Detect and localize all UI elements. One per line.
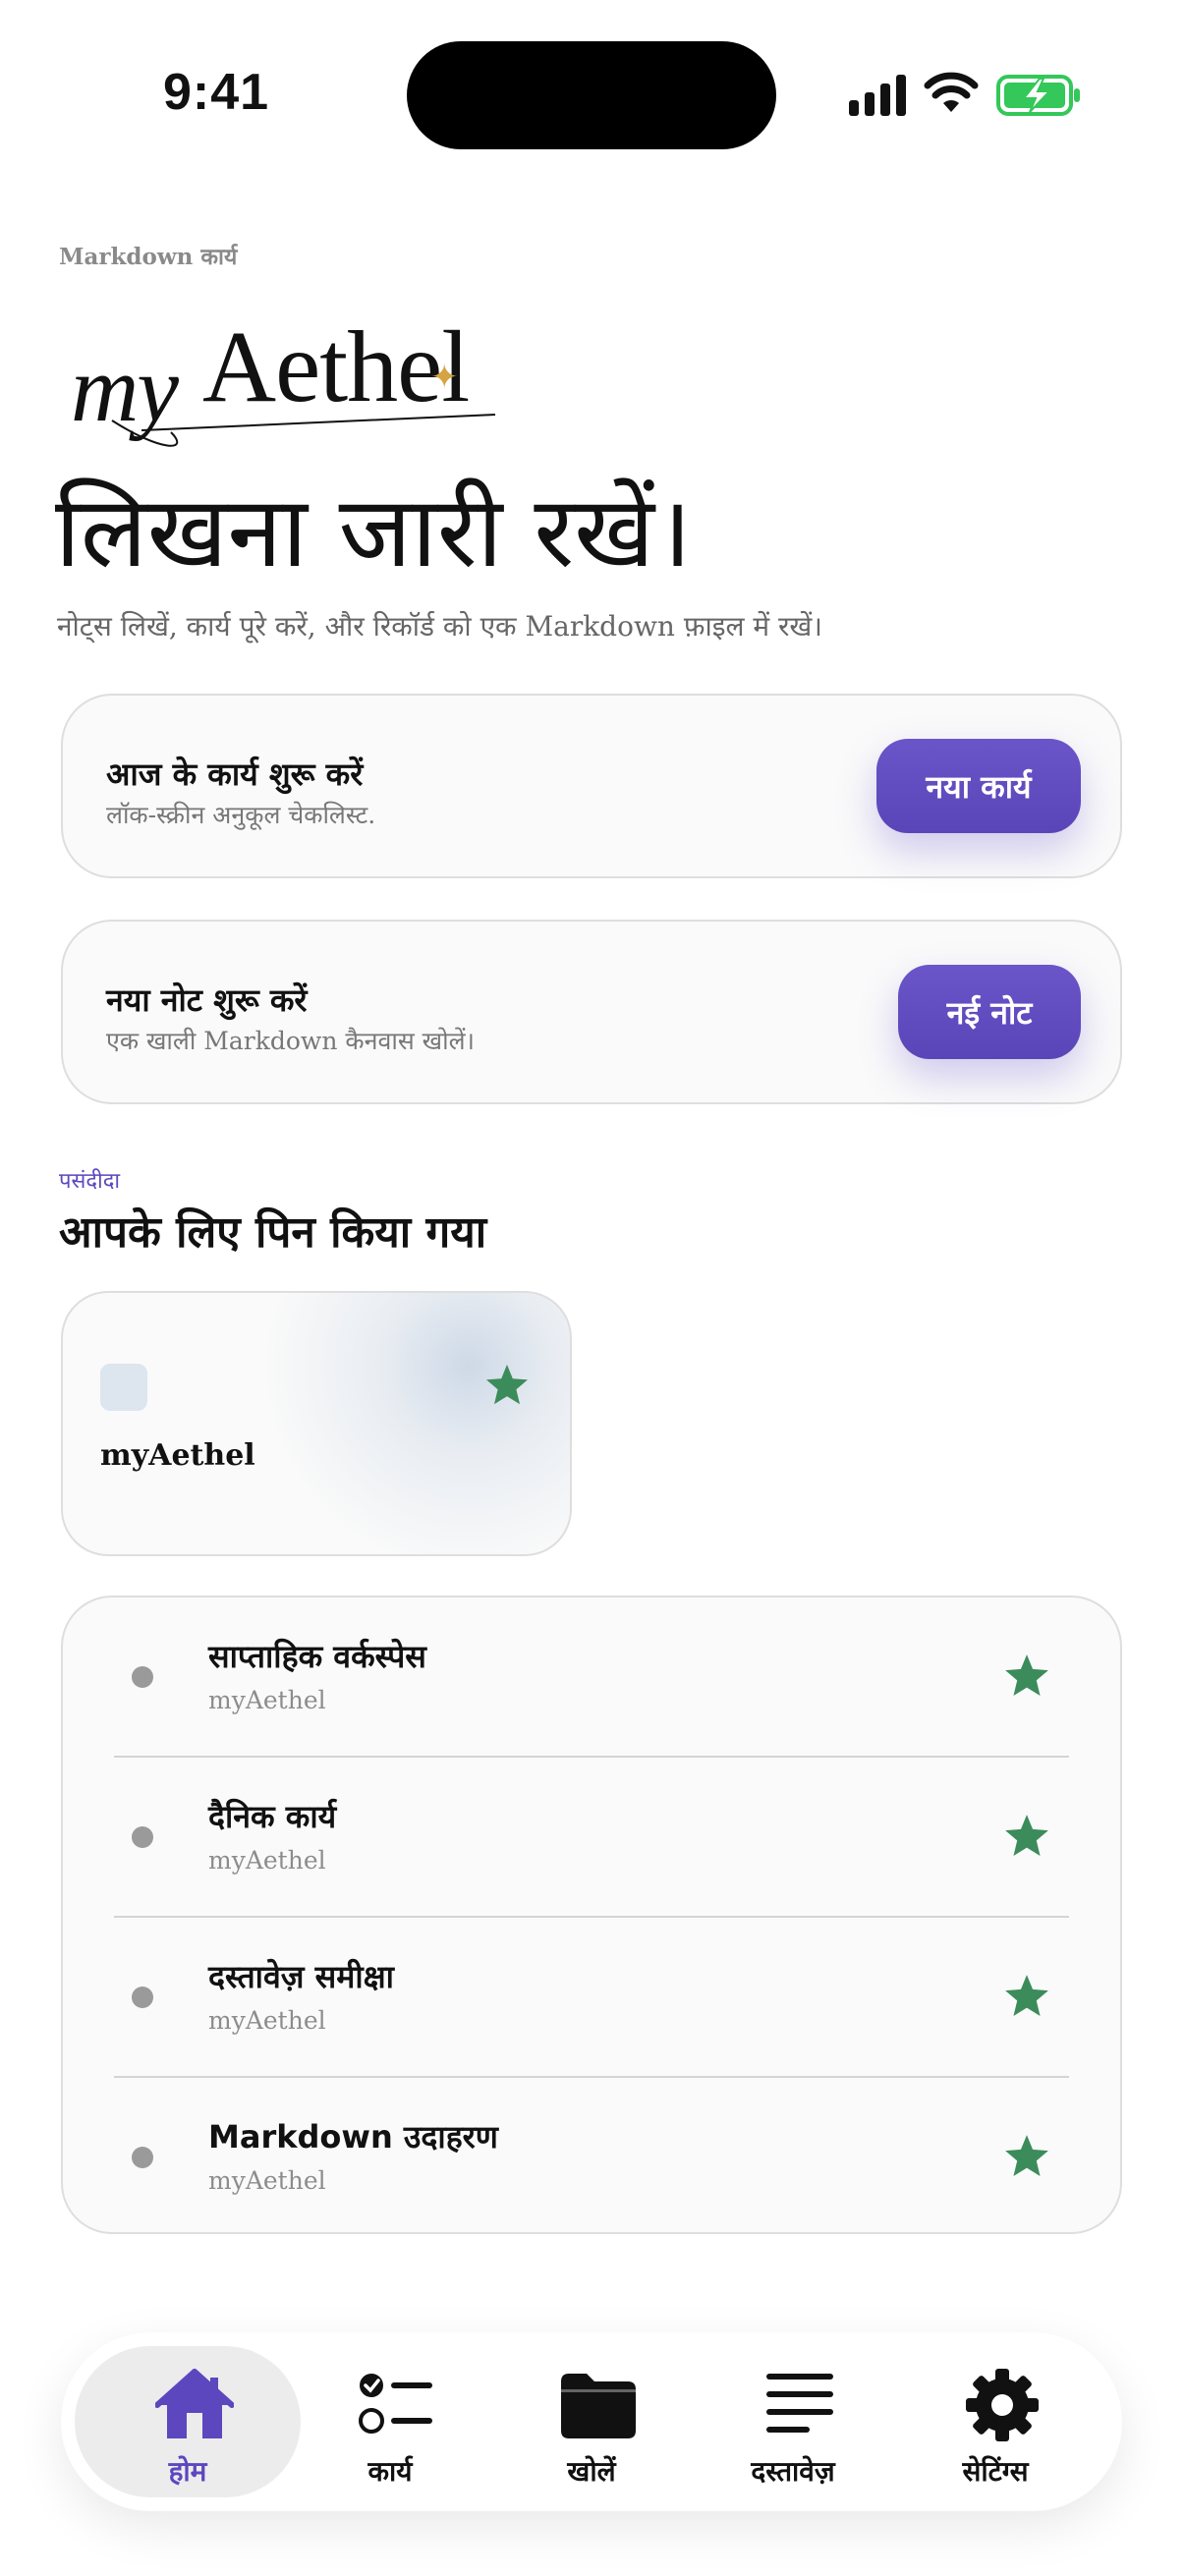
tab-label: होम bbox=[168, 2455, 207, 2488]
item-title: दस्तावेज़ समीक्षा bbox=[208, 1958, 394, 1995]
dynamic-island bbox=[407, 41, 776, 149]
item-title: Markdown उदाहरण bbox=[208, 2118, 498, 2156]
tab-settings[interactable]: सेटिंग्स bbox=[882, 2346, 1108, 2497]
item-subtitle: myAethel bbox=[208, 1846, 326, 1875]
star-icon[interactable] bbox=[1002, 1972, 1051, 2021]
tab-open[interactable]: खोलें bbox=[479, 2346, 705, 2497]
sparkle-icon: ✦ bbox=[430, 358, 459, 397]
favorites-list: साप्ताहिक वर्कस्पेस myAethel दैनिक कार्य… bbox=[61, 1596, 1122, 2234]
section-eyebrow: Markdown कार्य bbox=[59, 244, 238, 270]
pinned-workspace-card[interactable]: myAethel bbox=[61, 1291, 572, 1556]
workspace-thumbnail bbox=[100, 1364, 147, 1411]
pinned-card-name: myAethel bbox=[100, 1438, 255, 1473]
bullet-dot bbox=[132, 1987, 153, 2008]
status-time: 9:41 bbox=[163, 64, 270, 121]
start-note-card: नया नोट शुरू करें एक खाली Markdown कैनवा… bbox=[61, 920, 1122, 1104]
item-title: साप्ताहिक वर्कस्पेस bbox=[208, 1638, 426, 1675]
folder-icon bbox=[561, 2374, 636, 2438]
tab-label: दस्तावेज़ bbox=[751, 2455, 835, 2488]
battery-charging-icon bbox=[996, 75, 1080, 116]
document-lines-icon bbox=[766, 2374, 833, 2433]
bullet-dot bbox=[132, 1826, 153, 1848]
favorites-title: आपके लिए पिन किया गया bbox=[59, 1207, 487, 1258]
list-item[interactable]: साप्ताहिक वर्कस्पेस myAethel bbox=[63, 1597, 1120, 1757]
tab-bar: होम कार्य खोलें दस्तावेज़ सेटिंग्स bbox=[61, 2332, 1122, 2511]
page-title: लिखना जारी रखें। bbox=[55, 475, 692, 589]
app-logo: my Aethel ✦ bbox=[63, 295, 496, 452]
list-item[interactable]: दैनिक कार्य myAethel bbox=[63, 1758, 1120, 1917]
tab-documents[interactable]: दस्तावेज़ bbox=[680, 2346, 906, 2497]
item-subtitle: myAethel bbox=[208, 2166, 326, 2195]
list-item[interactable]: Markdown उदाहरण myAethel bbox=[63, 2078, 1120, 2237]
star-icon[interactable] bbox=[1002, 1812, 1051, 1861]
tab-label: सेटिंग्स bbox=[962, 2455, 1029, 2488]
favorites-eyebrow: पसंदीदा bbox=[59, 1169, 121, 1194]
new-task-button[interactable]: नया कार्य bbox=[876, 739, 1081, 833]
item-subtitle: myAethel bbox=[208, 1686, 326, 1714]
card-description: एक खाली Markdown कैनवास खोलें। bbox=[106, 1027, 476, 1055]
page-subtitle: नोट्स लिखें, कार्य पूरे करें, और रिकॉर्ड… bbox=[57, 610, 822, 643]
star-icon[interactable] bbox=[1002, 2132, 1051, 2181]
home-icon bbox=[155, 2369, 234, 2438]
start-tasks-card: आज के कार्य शुरू करें लॉक-स्क्रीन अनुकूल… bbox=[61, 694, 1122, 878]
tab-home[interactable]: होम bbox=[75, 2346, 301, 2497]
wifi-icon bbox=[924, 72, 979, 112]
logo-swash bbox=[111, 414, 496, 447]
new-note-button[interactable]: नई नोट bbox=[898, 965, 1081, 1059]
card-title: आज के कार्य शुरू करें bbox=[106, 756, 364, 793]
list-item[interactable]: दस्तावेज़ समीक्षा myAethel bbox=[63, 1918, 1120, 2077]
bullet-dot bbox=[132, 1666, 153, 1688]
tab-label: कार्य bbox=[367, 2455, 413, 2488]
item-title: दैनिक कार्य bbox=[208, 1798, 337, 1835]
card-description: लॉक-स्क्रीन अनुकूल चेकलिस्ट. bbox=[106, 801, 376, 829]
tab-tasks[interactable]: कार्य bbox=[277, 2346, 503, 2497]
star-icon[interactable] bbox=[1002, 1652, 1051, 1701]
cellular-signal-icon bbox=[849, 75, 906, 116]
tab-label: खोलें bbox=[567, 2455, 616, 2488]
bullet-dot bbox=[132, 2147, 153, 2168]
gear-icon bbox=[966, 2369, 1039, 2441]
card-title: नया नोट शुरू करें bbox=[106, 981, 308, 1019]
checklist-icon bbox=[359, 2374, 432, 2434]
star-icon[interactable] bbox=[483, 1362, 531, 1409]
item-subtitle: myAethel bbox=[208, 2006, 326, 2035]
